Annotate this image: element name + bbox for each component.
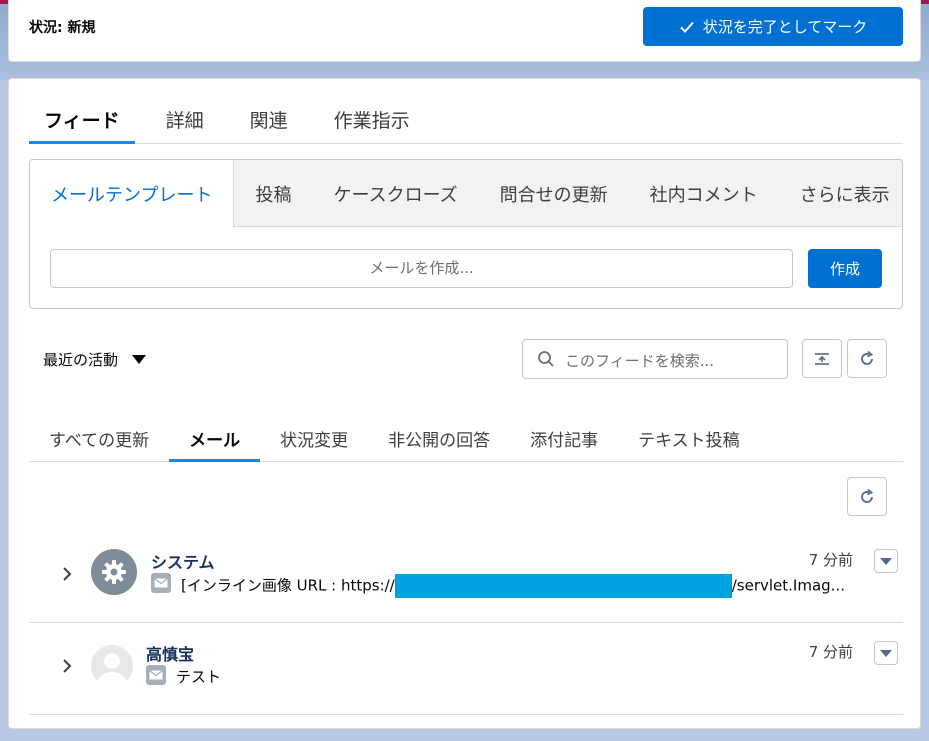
chevron-right-icon[interactable] — [61, 658, 73, 674]
status-label: 状況: 新規 — [29, 20, 96, 36]
refresh-feed-button[interactable] — [847, 339, 887, 378]
publisher-tab-post[interactable]: 投稿 — [234, 160, 312, 227]
email-icon — [146, 665, 166, 685]
tab-related[interactable]: 関連 — [235, 99, 303, 144]
feed-search-placeholder: このフィードを検索... — [565, 352, 715, 370]
caret-down-icon — [880, 557, 892, 565]
refresh-email-feed-button[interactable] — [847, 477, 887, 516]
refresh-icon — [861, 488, 874, 503]
publisher-tab-email-template[interactable]: メールテンプレート — [30, 160, 235, 228]
compose-email-input[interactable]: メールを作成... — [50, 249, 793, 288]
feed-item-body: テスト — [176, 668, 222, 686]
feed-tab-private-reply[interactable]: 非公開の回答 — [368, 414, 510, 462]
avatar[interactable] — [91, 549, 137, 595]
feed-tab-text-posts[interactable]: テキスト投稿 — [618, 414, 760, 462]
collapse-all-button[interactable] — [802, 339, 842, 378]
publisher-tab-inquiry-update[interactable]: 問合せの更新 — [479, 160, 629, 227]
feed-tab-all-updates[interactable]: すべての更新 — [29, 414, 169, 462]
activity-filter-label: 最近の活動 — [43, 351, 119, 369]
feed-item-body: [インライン画像 URL : https:// /servlet.Imag... — [181, 574, 845, 598]
feed-item: システム [インライン画像 URL : https:// /servlet.Ima… — [29, 531, 903, 623]
user-avatar-icon — [97, 653, 127, 687]
publisher-tab-more[interactable]: さらに表示 — [779, 160, 902, 227]
complete-button-label: 状況を完了としてマーク — [702, 18, 868, 36]
checkmark-icon — [680, 21, 694, 33]
record-tabs: フィード 詳細 関連 作業指示 — [29, 99, 903, 144]
tab-work-orders[interactable]: 作業指示 — [319, 99, 425, 144]
chevron-right-icon[interactable] — [61, 566, 73, 582]
publisher-tab-internal-comment[interactable]: 社内コメント — [629, 160, 779, 227]
feed-tab-email[interactable]: メール — [169, 414, 261, 462]
feed-card: フィード 詳細 関連 作業指示 メールテンプレート 投稿 ケースクローズ 問合せ… — [8, 78, 921, 729]
publisher-tabs: メールテンプレート 投稿 ケースクローズ 問合せの更新 社内コメント さらに表示 — [30, 160, 902, 228]
feed-filter-tabs: すべての更新 メール 状況変更 非公開の回答 添付記事 テキスト投稿 — [29, 414, 903, 462]
feed-search-input[interactable]: このフィードを検索... — [522, 339, 788, 379]
collapse-icon — [815, 352, 829, 365]
feed-item-body-prefix: [インライン画像 URL : https:// — [181, 576, 395, 595]
feed-item-author[interactable]: システム — [151, 549, 215, 573]
feed-tab-status-change[interactable]: 状況変更 — [260, 414, 368, 462]
caret-down-icon — [132, 355, 147, 364]
mark-status-complete-button[interactable]: 状況を完了としてマーク — [643, 7, 903, 46]
feed-item-menu-button[interactable] — [874, 549, 898, 573]
publisher: メールテンプレート 投稿 ケースクローズ 問合せの更新 社内コメント さらに表示… — [29, 159, 903, 309]
redacted-url — [394, 574, 732, 598]
search-icon — [538, 351, 554, 367]
avatar[interactable] — [91, 645, 133, 687]
feed-tab-attached-articles[interactable]: 添付記事 — [510, 414, 618, 462]
feed-item-timestamp[interactable]: 7 分前 — [809, 641, 853, 662]
email-icon — [151, 573, 171, 593]
gear-icon — [102, 560, 126, 584]
activity-filter-dropdown[interactable]: 最近の活動 — [43, 349, 147, 370]
tab-details[interactable]: 詳細 — [151, 99, 219, 144]
feed-item: 高慎宝 テスト 7 分前 — [29, 623, 903, 715]
feed-item-timestamp[interactable]: 7 分前 — [809, 549, 853, 570]
tab-feed[interactable]: フィード — [29, 99, 135, 144]
feed-item-menu-button[interactable] — [874, 641, 898, 665]
compose-button[interactable]: 作成 — [808, 249, 882, 288]
feed-item-body-suffix: /servlet.Imag... — [731, 576, 845, 595]
caret-down-icon — [880, 649, 892, 657]
record-header: 状況: 新規 状況を完了としてマーク — [8, 0, 921, 62]
publisher-tab-case-close[interactable]: ケースクローズ — [312, 160, 478, 227]
feed-item-author[interactable]: 高慎宝 — [146, 641, 194, 665]
refresh-icon — [861, 350, 874, 365]
